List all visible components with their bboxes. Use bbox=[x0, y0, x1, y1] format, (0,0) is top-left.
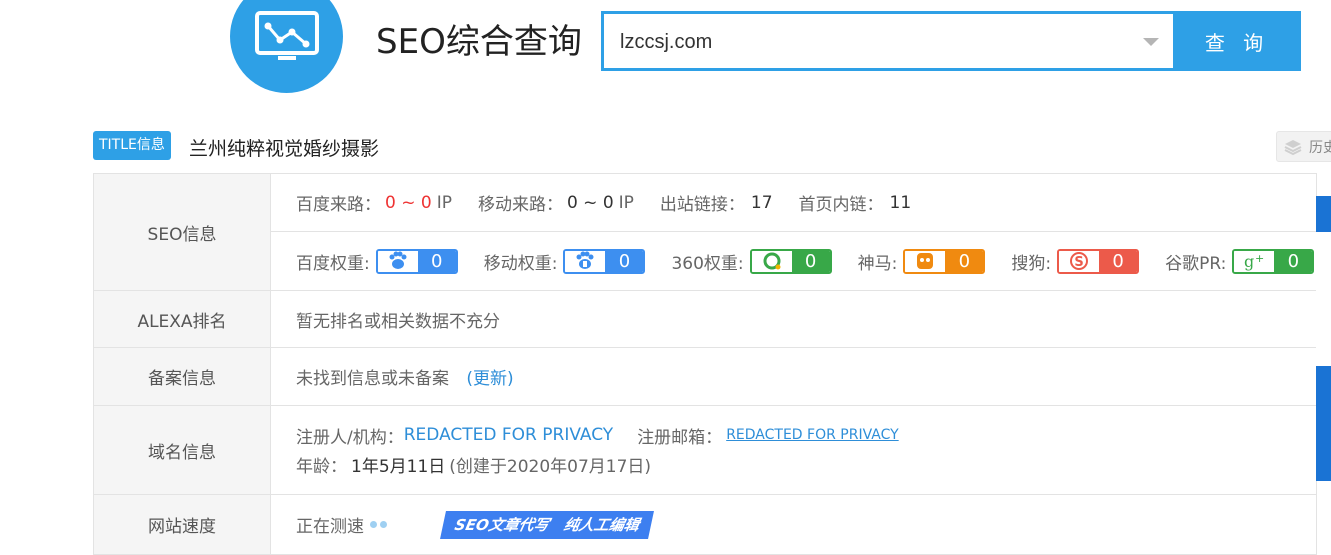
seo-writing-ad-banner[interactable]: SEO文章代写 纯人工编辑 bbox=[440, 510, 655, 539]
google-plus-icon: g + bbox=[1244, 252, 1264, 271]
registrant-link[interactable]: REDACTED FOR PRIVACY bbox=[404, 425, 613, 445]
age-label: 年龄： bbox=[296, 456, 347, 477]
internal-links-value[interactable]: 11 bbox=[890, 193, 912, 213]
banner-text-2: 纯人工编辑 bbox=[562, 515, 641, 534]
baidu-paw-icon bbox=[389, 251, 407, 269]
svg-text:g: g bbox=[1244, 252, 1254, 271]
outbound-links-label: 出站链接： bbox=[659, 195, 745, 215]
seo-info-row: SEO信息 百度来路： 0 ~ 0 IP 移动来路： 0 ~ 0 IP 出站链接… bbox=[93, 173, 1317, 291]
google-pr-value: 0 bbox=[1274, 250, 1313, 272]
baidu-weight-badge[interactable]: 0 bbox=[375, 248, 458, 274]
mobile-weight-badge[interactable]: 0 bbox=[563, 248, 646, 274]
baidu-weight-label: 百度权重: bbox=[296, 253, 370, 274]
age-line: 年龄： 1年5月11日 (创建于2020年07月17日) bbox=[296, 449, 1316, 479]
shenma-weight-value: 0 bbox=[945, 250, 984, 272]
google-pr-badge[interactable]: g + 0 bbox=[1232, 248, 1315, 274]
email-label: 注册邮箱： bbox=[637, 427, 723, 448]
shenma-icon bbox=[917, 253, 934, 269]
traffic-line: 百度来路： 0 ~ 0 IP 移动来路： 0 ~ 0 IP 出站链接： 17 首… bbox=[271, 174, 1316, 231]
chart-monitor-icon bbox=[255, 11, 319, 60]
icp-update-link[interactable]: (更新) bbox=[466, 369, 513, 389]
domain-label: 域名信息 bbox=[93, 405, 271, 495]
360-icon bbox=[763, 252, 781, 270]
mobile-weight-label: 移动权重: bbox=[483, 253, 558, 274]
shenma-weight-badge[interactable]: 0 bbox=[903, 248, 986, 274]
icp-label: 备案信息 bbox=[93, 347, 271, 406]
sogou-icon: S bbox=[1070, 252, 1089, 270]
mobile-baidu-icon bbox=[576, 251, 594, 269]
brand-title: SEO综合查询 bbox=[376, 22, 582, 62]
loading-dots-icon bbox=[370, 521, 387, 528]
shenma-weight-label: 神马: bbox=[857, 253, 898, 274]
svg-text:+: + bbox=[1255, 252, 1264, 265]
sogou-weight-label: 搜狗: bbox=[1011, 253, 1052, 274]
360-weight-value: 0 bbox=[791, 250, 830, 272]
svg-text:S: S bbox=[1074, 255, 1083, 270]
outbound-links-value[interactable]: 17 bbox=[751, 193, 773, 213]
baidu-weight-value: 0 bbox=[417, 250, 456, 272]
360-weight-label: 360权重: bbox=[671, 253, 744, 274]
speed-label: 网站速度 bbox=[93, 494, 271, 555]
mobile-traffic-unit: IP bbox=[618, 192, 634, 213]
alexa-row: ALEXA排名 暂无排名或相关数据不充分 bbox=[93, 290, 1317, 348]
email-link[interactable]: REDACTED FOR PRIVACY bbox=[726, 427, 898, 443]
speed-row: 网站速度 正在测速 SEO文章代写 纯人工编辑 bbox=[93, 494, 1317, 555]
mobile-weight-value: 0 bbox=[605, 250, 644, 272]
created-date: (创建于2020年07月17日) bbox=[449, 456, 652, 477]
360-weight-badge[interactable]: 0 bbox=[749, 248, 832, 274]
query-button[interactable]: 查 询 bbox=[1173, 11, 1301, 71]
history-label: 历史 bbox=[1309, 139, 1331, 156]
history-button[interactable]: 历史 bbox=[1276, 131, 1331, 162]
weights-line: 百度权重: 0 移动权重: 0 360权重: 0 神马: 0 搜狗: S 0 谷… bbox=[271, 231, 1316, 290]
speed-status: 正在测速 bbox=[296, 517, 364, 537]
baidu-traffic-unit: IP bbox=[436, 192, 452, 213]
registrant-label: 注册人/机构： bbox=[296, 427, 404, 448]
alexa-value: 暂无排名或相关数据不充分 bbox=[270, 290, 1317, 348]
age-value: 1年5月11日 bbox=[351, 456, 446, 477]
baidu-traffic-value[interactable]: 0 ~ 0 bbox=[385, 193, 432, 213]
banner-text-1: SEO文章代写 bbox=[453, 515, 551, 534]
site-logo[interactable] bbox=[230, 0, 343, 93]
mobile-traffic-value[interactable]: 0 ~ 0 bbox=[567, 193, 614, 213]
icp-row: 备案信息 未找到信息或未备案 (更新) bbox=[93, 347, 1317, 406]
internal-links-label: 首页内链： bbox=[798, 195, 884, 215]
domain-search-input[interactable] bbox=[618, 14, 1132, 70]
mobile-traffic-label: 移动来路： bbox=[477, 195, 563, 215]
title-info-badge: TITLE信息 bbox=[93, 131, 171, 160]
registrant-line: 注册人/机构： REDACTED FOR PRIVACY 注册邮箱： REDAC… bbox=[296, 421, 1316, 449]
icp-value: 未找到信息或未备案 bbox=[296, 369, 449, 389]
domain-row: 域名信息 注册人/机构： REDACTED FOR PRIVACY 注册邮箱： … bbox=[93, 405, 1317, 495]
dropdown-caret-icon[interactable] bbox=[1143, 38, 1159, 46]
layers-icon bbox=[1284, 139, 1302, 155]
search-box bbox=[601, 11, 1173, 71]
baidu-traffic-label: 百度来路： bbox=[296, 195, 381, 215]
alexa-label: ALEXA排名 bbox=[93, 290, 271, 348]
sogou-weight-badge[interactable]: S 0 bbox=[1057, 248, 1140, 274]
seo-info-table: SEO信息 百度来路： 0 ~ 0 IP 移动来路： 0 ~ 0 IP 出站链接… bbox=[93, 173, 1317, 555]
google-pr-label: 谷歌PR: bbox=[1165, 253, 1227, 274]
side-ad-gap bbox=[1316, 232, 1331, 366]
sogou-weight-value: 0 bbox=[1099, 250, 1138, 272]
site-title-text: 兰州纯粹视觉婚纱摄影 bbox=[189, 138, 380, 160]
seo-info-label: SEO信息 bbox=[93, 173, 271, 291]
